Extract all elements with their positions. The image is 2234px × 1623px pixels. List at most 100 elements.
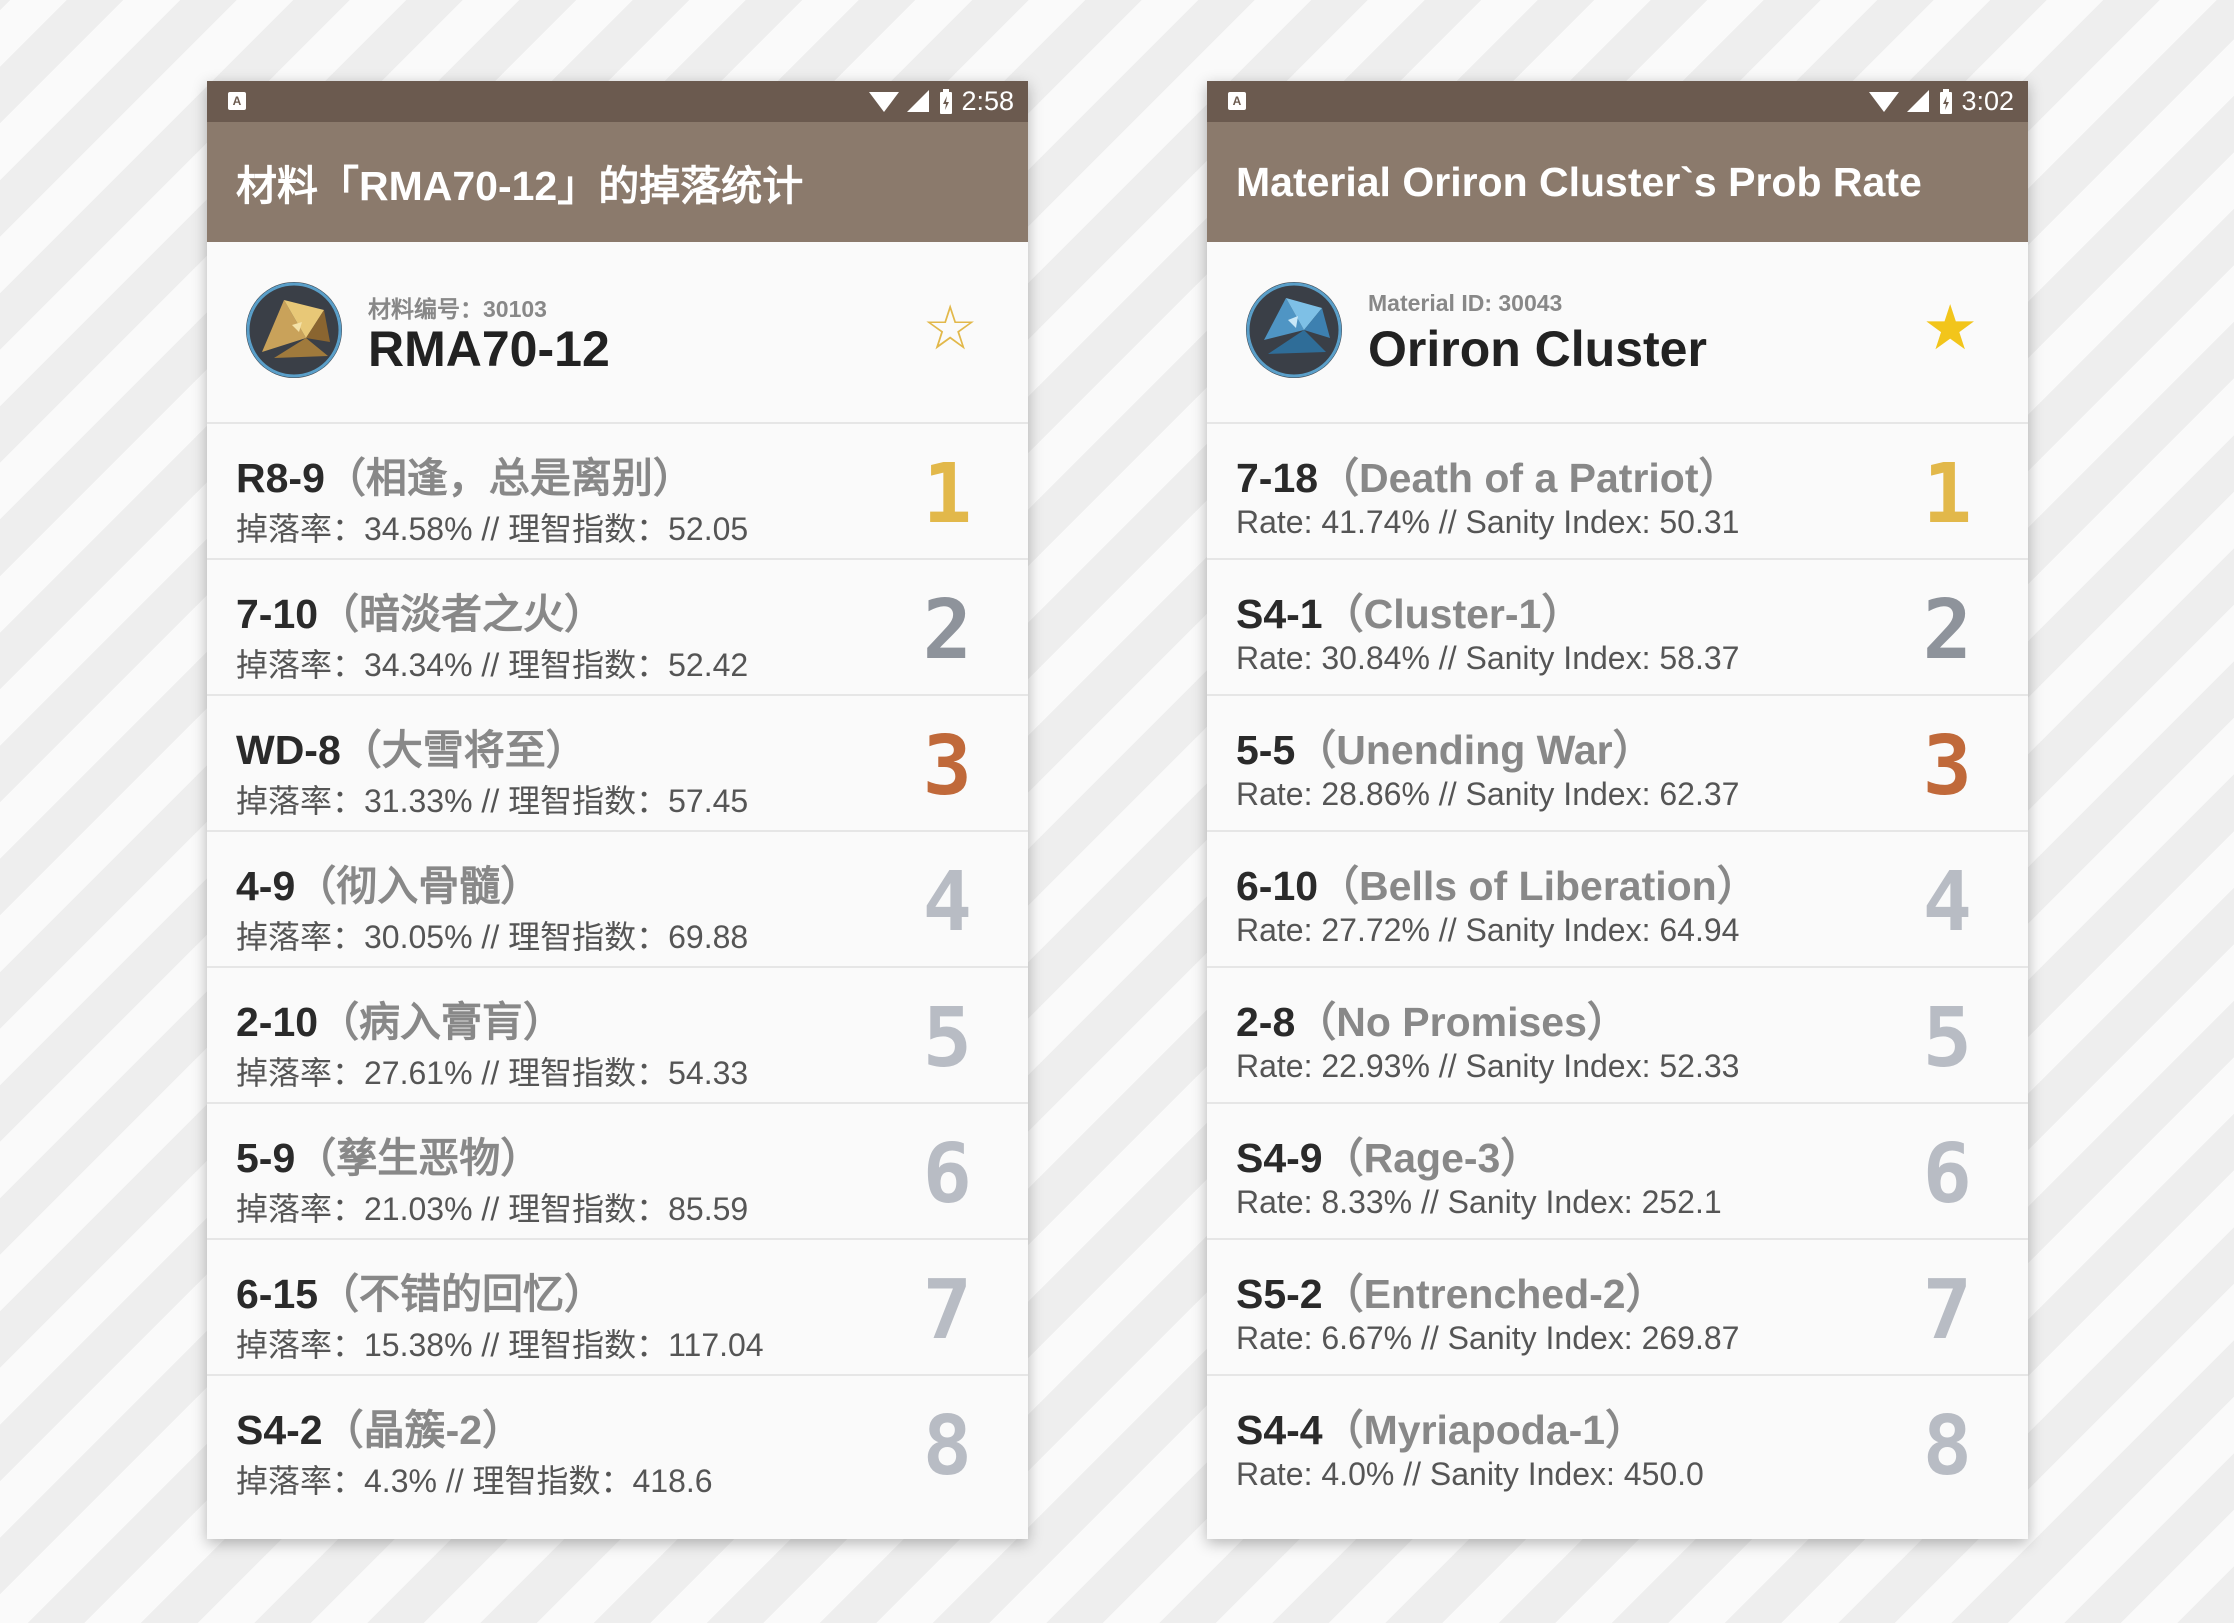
rank-number: 3	[1922, 719, 1972, 814]
drop-rate-text: Rate: 22.93% // Sanity Index: 52.33	[1236, 1048, 1740, 1084]
stage-row[interactable]: 6-15（不错的回忆） 掉落率：15.38% // 理智指数：117.04 7	[207, 1238, 1028, 1374]
material-header: Material ID: 30043 Oriron Cluster ★	[1207, 242, 2028, 422]
stage-row[interactable]: 7-10（暗淡者之火） 掉落率：34.34% // 理智指数：52.42 2	[207, 558, 1028, 694]
stage-title: 6-10（Bells of Liberation）	[1236, 852, 1758, 912]
rank-number: 1	[1922, 447, 1972, 542]
stage-row[interactable]: 5-5（Unending War） Rate: 28.86% // Sanity …	[1207, 694, 2028, 830]
drop-rate-text: Rate: 6.67% // Sanity Index: 269.87	[1236, 1320, 1740, 1356]
drop-rate-text: 掉落率：15.38% // 理智指数：117.04	[236, 1327, 764, 1363]
rank-number: 4	[1922, 855, 1972, 950]
stage-row[interactable]: 2-8（No Promises） Rate: 22.93% // Sanity I…	[1207, 966, 2028, 1102]
stage-title: S5-2（Entrenched-2）	[1236, 1260, 1667, 1320]
stage-code: R8-9	[236, 455, 325, 501]
stage-title: 7-10（暗淡者之火）	[236, 580, 605, 640]
stage-code: 5-9	[236, 1135, 296, 1181]
material-header: 材料编号：30103 RMA70-12 ☆	[207, 242, 1028, 422]
stage-row[interactable]: R8-9（相逢，总是离别） 掉落率：34.58% // 理智指数：52.05 1	[207, 422, 1028, 558]
stage-code: 7-10	[236, 591, 319, 637]
drop-rate-text: 掉落率：31.33% // 理智指数：57.45	[236, 783, 749, 819]
stage-title: S4-1（Cluster-1）	[1236, 580, 1582, 640]
stage-name: （孳生恶物）	[295, 1135, 542, 1181]
material-id: 材料编号：30103	[368, 296, 547, 322]
rank-number: 6	[1922, 1127, 1972, 1222]
stage-row[interactable]: S4-2（晶簇-2） 掉落率：4.3% // 理智指数：418.6 8	[207, 1374, 1028, 1510]
stage-title: 2-10（病入膏肓）	[236, 988, 564, 1048]
stage-code: S4-4	[1236, 1407, 1323, 1453]
stage-row[interactable]: 2-10（病入膏肓） 掉落率：27.61% // 理智指数：54.33 5	[207, 966, 1028, 1102]
battery-icon	[940, 88, 953, 114]
phone-screen-right: A 3:02 Material Oriron Cluster`s Prob Ra…	[1207, 81, 2028, 1539]
stage-row[interactable]: S4-4（Myriapoda-1） Rate: 4.0% // Sanity In…	[1207, 1374, 2028, 1510]
stage-name: （彻入骨髓）	[295, 863, 542, 909]
signal-icon	[1907, 89, 1930, 112]
stage-name: （Rage-3）	[1322, 1135, 1542, 1181]
status-bar: A 3:02	[1207, 81, 2028, 122]
rma70-12-icon	[246, 282, 342, 378]
rank-number: 7	[1922, 1263, 1972, 1358]
drop-rate-text: 掉落率：34.58% // 理智指数：52.05	[236, 511, 749, 547]
stage-title: 6-15（不错的回忆）	[236, 1260, 605, 1320]
rank-number: 1	[922, 447, 972, 542]
stage-name: （病入膏肓）	[318, 999, 565, 1045]
stage-row[interactable]: 4-9（彻入骨髓） 掉落率：30.05% // 理智指数：69.88 4	[207, 830, 1028, 966]
stage-row[interactable]: 7-18（Death of a Patriot） Rate: 41.74% // …	[1207, 422, 2028, 558]
stage-row[interactable]: S4-9（Rage-3） Rate: 8.33% // Sanity Index:…	[1207, 1102, 2028, 1238]
stage-title: 5-5（Unending War）	[1236, 716, 1654, 776]
stage-row[interactable]: S4-1（Cluster-1） Rate: 30.84% // Sanity In…	[1207, 558, 2028, 694]
status-time: 2:58	[961, 86, 1014, 116]
rank-number: 3	[922, 719, 972, 814]
stage-name: （暗淡者之火）	[318, 591, 606, 637]
stage-code: 6-10	[1236, 863, 1319, 909]
drop-rate-text: Rate: 8.33% // Sanity Index: 252.1	[1236, 1184, 1722, 1220]
stage-code: S4-9	[1236, 1135, 1323, 1181]
stage-code: 4-9	[236, 863, 296, 909]
material-name: Oriron Cluster	[1368, 321, 1707, 377]
stage-title: R8-9（相逢，总是离别）	[236, 444, 694, 504]
signal-icon	[907, 89, 930, 112]
stage-row[interactable]: S5-2（Entrenched-2） Rate: 6.67% // Sanity …	[1207, 1238, 2028, 1374]
drop-rate-text: 掉落率：30.05% // 理智指数：69.88	[236, 919, 749, 955]
rank-number: 8	[922, 1399, 972, 1494]
rank-number: 4	[922, 855, 972, 950]
stage-name: （Death of a Patriot）	[1318, 455, 1740, 501]
stage-code: 2-8	[1236, 999, 1296, 1045]
stage-code: 7-18	[1236, 455, 1319, 501]
stage-title: S4-2（晶簇-2）	[236, 1396, 523, 1456]
drop-rate-text: Rate: 41.74% // Sanity Index: 50.31	[1236, 504, 1740, 540]
stage-name: （Unending War）	[1295, 727, 1654, 773]
stage-name: （大雪将至）	[340, 727, 587, 773]
favorite-star-icon[interactable]: ★	[1922, 294, 1978, 364]
stage-name: （不错的回忆）	[318, 1271, 606, 1317]
drop-rate-text: Rate: 28.86% // Sanity Index: 62.37	[1236, 776, 1740, 812]
stage-row[interactable]: WD-8（大雪将至） 掉落率：31.33% // 理智指数：57.45 3	[207, 694, 1028, 830]
stage-title: S4-9（Rage-3）	[1236, 1124, 1541, 1184]
stage-name: （Bells of Liberation）	[1318, 863, 1758, 909]
page-title: Material Oriron Cluster`s Prob Rate	[1236, 158, 1922, 205]
favorite-star-icon[interactable]: ☆	[922, 294, 978, 364]
drop-list: R8-9（相逢，总是离别） 掉落率：34.58% // 理智指数：52.05 1 7-…	[207, 422, 1028, 1510]
rank-number: 5	[1922, 991, 1972, 1086]
notification-icon: A	[1228, 92, 1246, 110]
drop-rate-text: 掉落率：34.34% // 理智指数：52.42	[236, 647, 749, 683]
stage-title: S4-4（Myriapoda-1）	[1236, 1396, 1646, 1456]
stage-row[interactable]: 5-9（孳生恶物） 掉落率：21.03% // 理智指数：85.59 6	[207, 1102, 1028, 1238]
wifi-icon	[1869, 91, 1900, 112]
drop-rate-text: Rate: 27.72% // Sanity Index: 64.94	[1236, 912, 1740, 948]
stage-row[interactable]: 6-10（Bells of Liberation） Rate: 27.72% //…	[1207, 830, 2028, 966]
stage-name: （Myriapoda-1）	[1322, 1407, 1647, 1453]
stage-code: 5-5	[1236, 727, 1296, 773]
stage-title: 2-8（No Promises）	[1236, 988, 1628, 1048]
rank-number: 8	[1922, 1399, 1972, 1494]
oriron-cluster-icon	[1246, 282, 1342, 378]
stage-code: S4-1	[1236, 591, 1323, 637]
material-name: RMA70-12	[368, 321, 610, 377]
stage-name: （晶簇-2）	[322, 1407, 524, 1453]
stage-name: （Entrenched-2）	[1322, 1271, 1667, 1317]
drop-rate-text: Rate: 30.84% // Sanity Index: 58.37	[1236, 640, 1740, 676]
rank-number: 2	[922, 583, 972, 678]
status-bar: A 2:58	[207, 81, 1028, 122]
stage-title: 7-18（Death of a Patriot）	[1236, 444, 1740, 504]
stage-code: 6-15	[236, 1271, 319, 1317]
stage-code: 2-10	[236, 999, 319, 1045]
drop-rate-text: 掉落率：21.03% // 理智指数：85.59	[236, 1191, 749, 1227]
